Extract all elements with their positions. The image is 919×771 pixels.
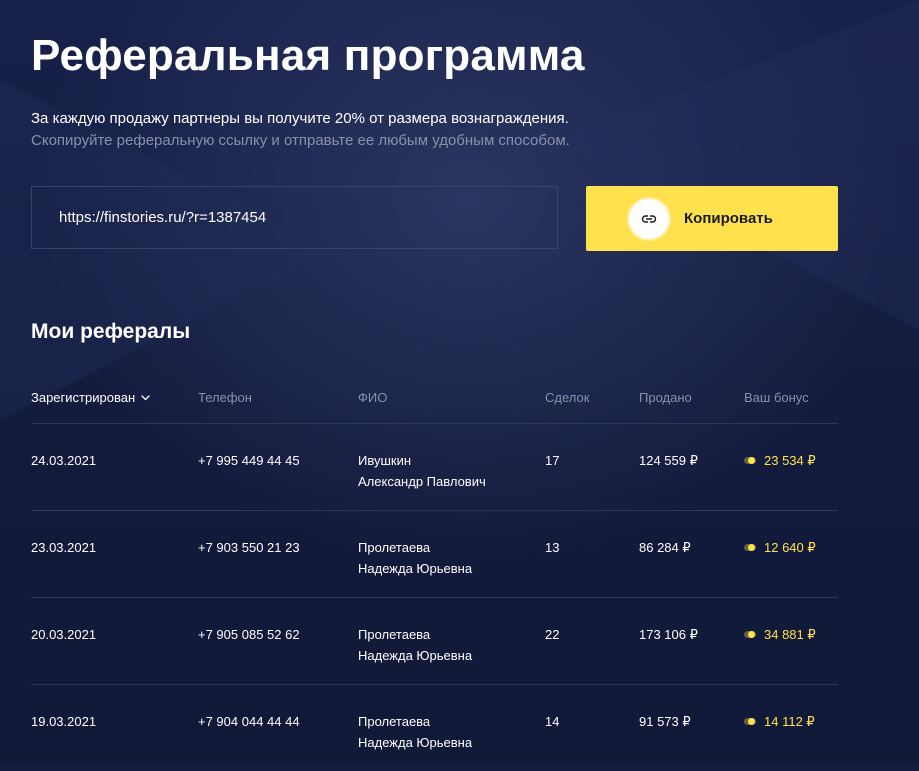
coin-icon [744,544,756,551]
cell-last-name: Пролетаева [358,540,431,555]
coin-icon [744,457,756,464]
column-header-deals: Сделок [545,390,590,405]
page-title: Реферальная программа [31,31,585,80]
cell-deals: 13 [545,540,560,555]
cell-bonus: 12 640 ₽ [744,537,816,558]
table-row: 19.03.2021 +7 904 044 44 44 Пролетаева Н… [31,685,838,771]
column-header-bonus: Ваш бонус [744,390,809,405]
cell-last-name: Пролетаева [358,627,431,642]
cell-fio: Пролетаева Надежда Юрьевна [358,624,472,666]
cell-fio: Ивушкин Александр Павлович [358,450,486,492]
cell-date: 19.03.2021 [31,714,97,729]
column-header-sold: Продано [639,390,692,405]
table-row: 24.03.2021 +7 995 449 44 45 Ивушкин Алек… [31,424,838,511]
cell-sold: 173 106 ₽ [639,627,698,642]
coin-icon [744,718,756,725]
cell-last-name: Пролетаева [358,714,431,729]
cell-first-names: Александр Павлович [358,474,486,489]
bonus-value: 12 640 ₽ [764,540,816,555]
link-icon [629,198,669,239]
cell-bonus: 23 534 ₽ [744,450,816,471]
copy-button[interactable]: Копировать [586,186,838,251]
column-header-phone: Телефон [198,390,252,405]
cell-fio: Пролетаева Надежда Юрьевна [358,711,472,753]
cell-deals: 14 [545,714,560,729]
cell-phone: +7 904 044 44 44 [198,714,300,729]
cell-bonus: 14 112 ₽ [744,711,815,732]
referral-link-field[interactable] [31,186,558,249]
bonus-value: 23 534 ₽ [764,453,816,468]
cell-deals: 17 [545,453,560,468]
referrals-title: Мои рефералы [31,320,191,343]
cell-fio: Пролетаева Надежда Юрьевна [358,537,472,579]
bonus-value: 34 881 ₽ [764,627,816,642]
cell-sold: 86 284 ₽ [639,540,691,555]
cell-first-names: Надежда Юрьевна [358,735,473,750]
cell-first-names: Надежда Юрьевна [358,648,473,663]
cell-first-names: Надежда Юрьевна [358,561,473,576]
cell-sold: 91 573 ₽ [639,714,691,729]
referrals-table: Зарегистрирован Телефон ФИО Сделок Прода… [31,377,838,771]
table-header: Зарегистрирован Телефон ФИО Сделок Прода… [31,377,838,424]
bonus-value: 14 112 ₽ [764,714,815,729]
cell-phone: +7 995 449 44 45 [198,453,300,468]
chevron-down-icon [141,395,150,401]
cell-phone: +7 903 550 21 23 [198,540,300,555]
cell-date: 24.03.2021 [31,453,97,468]
column-header-registered[interactable]: Зарегистрирован [31,390,150,406]
cell-date: 20.03.2021 [31,627,97,642]
cell-sold: 124 559 ₽ [639,453,698,468]
column-header-fio: ФИО [358,390,388,405]
column-header-label: Зарегистрирован [31,390,136,405]
program-hint: Скопируйте реферальную ссылку и отправьт… [31,132,570,149]
cell-date: 23.03.2021 [31,540,97,555]
cell-phone: +7 905 085 52 62 [198,627,300,642]
cell-last-name: Ивушкин [358,453,412,468]
copy-button-label: Копировать [684,210,773,227]
cell-bonus: 34 881 ₽ [744,624,816,645]
coin-icon [744,631,756,638]
table-row: 23.03.2021 +7 903 550 21 23 Пролетаева Н… [31,511,838,598]
cell-deals: 22 [545,627,560,642]
table-row: 20.03.2021 +7 905 085 52 62 Пролетаева Н… [31,598,838,685]
program-description: За каждую продажу партнеры вы получите 2… [31,110,569,127]
